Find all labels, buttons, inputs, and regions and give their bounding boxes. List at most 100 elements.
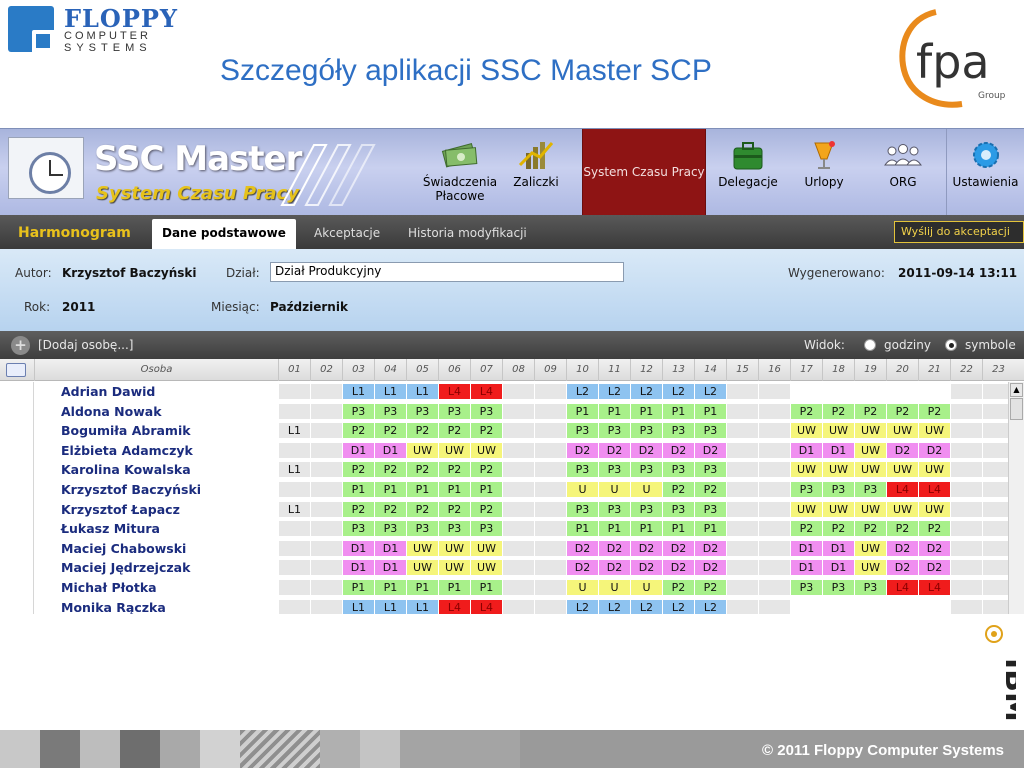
schedule-cell[interactable] bbox=[887, 384, 918, 399]
schedule-cell[interactable] bbox=[311, 599, 342, 614]
schedule-cell[interactable]: D1 bbox=[375, 560, 406, 576]
schedule-cell[interactable]: L2 bbox=[631, 599, 662, 614]
schedule-cell[interactable] bbox=[919, 599, 950, 614]
schedule-cell[interactable] bbox=[983, 580, 1008, 595]
schedule-cell[interactable] bbox=[535, 599, 566, 614]
schedule-cell[interactable]: D1 bbox=[375, 442, 406, 458]
table-row[interactable]: Karolina Kowalska L1 P2 P2 P2 P2 P2 P3 P3 P3 P3 P3 U… bbox=[0, 460, 1008, 480]
module-swiadczenia[interactable]: Świadczenia Płacowe bbox=[418, 129, 502, 215]
schedule-cell[interactable] bbox=[311, 462, 342, 478]
schedule-cell[interactable]: P1 bbox=[663, 403, 694, 419]
refresh-icon[interactable] bbox=[6, 363, 26, 377]
schedule-cell[interactable] bbox=[503, 599, 534, 614]
schedule-cell[interactable]: P3 bbox=[567, 462, 598, 478]
schedule-cell[interactable]: P2 bbox=[663, 482, 694, 497]
schedule-cell[interactable]: P1 bbox=[695, 403, 726, 419]
schedule-cell[interactable]: UW bbox=[823, 423, 854, 439]
schedule-cell[interactable]: D1 bbox=[343, 442, 374, 458]
schedule-cell[interactable]: U bbox=[567, 580, 598, 595]
scroll-up-icon[interactable]: ▲ bbox=[1010, 383, 1023, 397]
schedule-cell[interactable]: P3 bbox=[567, 423, 598, 439]
schedule-cell[interactable]: UW bbox=[887, 462, 918, 478]
row-selector[interactable] bbox=[0, 440, 34, 461]
schedule-cell[interactable]: L1 bbox=[279, 501, 310, 517]
schedule-cell[interactable] bbox=[503, 462, 534, 478]
schedule-cell[interactable] bbox=[759, 540, 790, 556]
schedule-cell[interactable] bbox=[727, 501, 758, 517]
schedule-cell[interactable] bbox=[311, 560, 342, 576]
schedule-cell[interactable]: P2 bbox=[823, 403, 854, 419]
schedule-cell[interactable]: UW bbox=[855, 462, 886, 478]
schedule-cell[interactable] bbox=[279, 482, 310, 497]
schedule-cell[interactable]: UW bbox=[471, 442, 502, 458]
schedule-cell[interactable]: UW bbox=[471, 540, 502, 556]
module-zaliczki[interactable]: Zaliczki bbox=[504, 129, 568, 215]
schedule-cell[interactable] bbox=[503, 540, 534, 556]
schedule-cell[interactable]: D1 bbox=[791, 540, 822, 556]
schedule-cell[interactable] bbox=[727, 599, 758, 614]
schedule-cell[interactable]: L2 bbox=[599, 599, 630, 614]
schedule-cell[interactable] bbox=[951, 501, 982, 517]
schedule-cell[interactable]: P2 bbox=[823, 521, 854, 537]
schedule-cell[interactable]: L1 bbox=[375, 599, 406, 614]
schedule-cell[interactable] bbox=[759, 521, 790, 537]
schedule-cell[interactable]: P2 bbox=[695, 482, 726, 497]
schedule-cell[interactable]: D2 bbox=[599, 540, 630, 556]
schedule-cell[interactable]: P1 bbox=[343, 580, 374, 595]
schedule-cell[interactable]: P2 bbox=[439, 462, 470, 478]
schedule-cell[interactable]: L1 bbox=[375, 384, 406, 399]
schedule-cell[interactable]: D1 bbox=[823, 560, 854, 576]
schedule-cell[interactable] bbox=[727, 403, 758, 419]
schedule-cell[interactable]: L1 bbox=[343, 599, 374, 614]
schedule-cell[interactable]: P2 bbox=[887, 521, 918, 537]
schedule-cell[interactable]: P3 bbox=[407, 403, 438, 419]
schedule-cell[interactable] bbox=[759, 384, 790, 399]
row-selector[interactable] bbox=[0, 421, 34, 441]
person-name[interactable]: Łukasz Mitura bbox=[61, 521, 160, 536]
schedule-cell[interactable] bbox=[983, 521, 1008, 537]
schedule-cell[interactable]: L2 bbox=[695, 599, 726, 614]
schedule-cell[interactable]: P2 bbox=[375, 501, 406, 517]
row-selector[interactable] bbox=[0, 480, 34, 500]
schedule-cell[interactable] bbox=[503, 403, 534, 419]
schedule-cell[interactable] bbox=[503, 521, 534, 537]
schedule-cell[interactable] bbox=[535, 403, 566, 419]
table-row[interactable]: Monika Rączka L1 L1 L1 L4 L4 L2 L2 L2 L2 L2 bbox=[0, 597, 1008, 614]
schedule-cell[interactable] bbox=[951, 540, 982, 556]
schedule-cell[interactable]: P3 bbox=[599, 501, 630, 517]
schedule-cell[interactable]: D1 bbox=[791, 442, 822, 458]
schedule-cell[interactable] bbox=[311, 501, 342, 517]
schedule-cell[interactable] bbox=[535, 580, 566, 595]
schedule-cell[interactable]: P1 bbox=[375, 482, 406, 497]
schedule-cell[interactable] bbox=[727, 384, 758, 399]
schedule-cell[interactable] bbox=[823, 384, 854, 399]
schedule-cell[interactable] bbox=[951, 560, 982, 576]
person-name[interactable]: Monika Rączka bbox=[61, 600, 166, 614]
row-selector[interactable] bbox=[0, 499, 34, 520]
schedule-cell[interactable] bbox=[983, 403, 1008, 419]
schedule-cell[interactable]: D1 bbox=[375, 540, 406, 556]
table-row[interactable]: Bogumiła Abramik L1 P2 P2 P2 P2 P2 P3 P3 P3 P3 P3 UW… bbox=[0, 421, 1008, 441]
view-hours-radio[interactable] bbox=[864, 339, 876, 351]
person-name[interactable]: Maciej Jędrzejczak bbox=[61, 560, 190, 575]
schedule-cell[interactable]: D2 bbox=[567, 540, 598, 556]
schedule-cell[interactable] bbox=[951, 482, 982, 497]
schedule-cell[interactable]: P2 bbox=[855, 403, 886, 419]
schedule-cell[interactable]: D1 bbox=[791, 560, 822, 576]
schedule-cell[interactable] bbox=[503, 580, 534, 595]
tab-akceptacje[interactable]: Akceptacje bbox=[304, 219, 390, 249]
schedule-cell[interactable] bbox=[791, 384, 822, 399]
schedule-cell[interactable]: UW bbox=[439, 442, 470, 458]
schedule-cell[interactable] bbox=[759, 403, 790, 419]
schedule-cell[interactable] bbox=[855, 599, 886, 614]
table-row[interactable]: Aldona Nowak P3 P3 P3 P3 P3 P1 P1 P1 P1 P1 P2 P2 P2 P2… bbox=[0, 401, 1008, 422]
schedule-cell[interactable]: D2 bbox=[663, 560, 694, 576]
schedule-cell[interactable]: L1 bbox=[343, 384, 374, 399]
schedule-cell[interactable] bbox=[951, 521, 982, 537]
schedule-cell[interactable]: L4 bbox=[919, 580, 950, 595]
schedule-cell[interactable]: UW bbox=[855, 501, 886, 517]
schedule-cell[interactable]: P1 bbox=[407, 482, 438, 497]
schedule-cell[interactable]: P3 bbox=[631, 501, 662, 517]
person-name[interactable]: Aldona Nowak bbox=[61, 404, 162, 419]
schedule-cell[interactable] bbox=[791, 599, 822, 614]
